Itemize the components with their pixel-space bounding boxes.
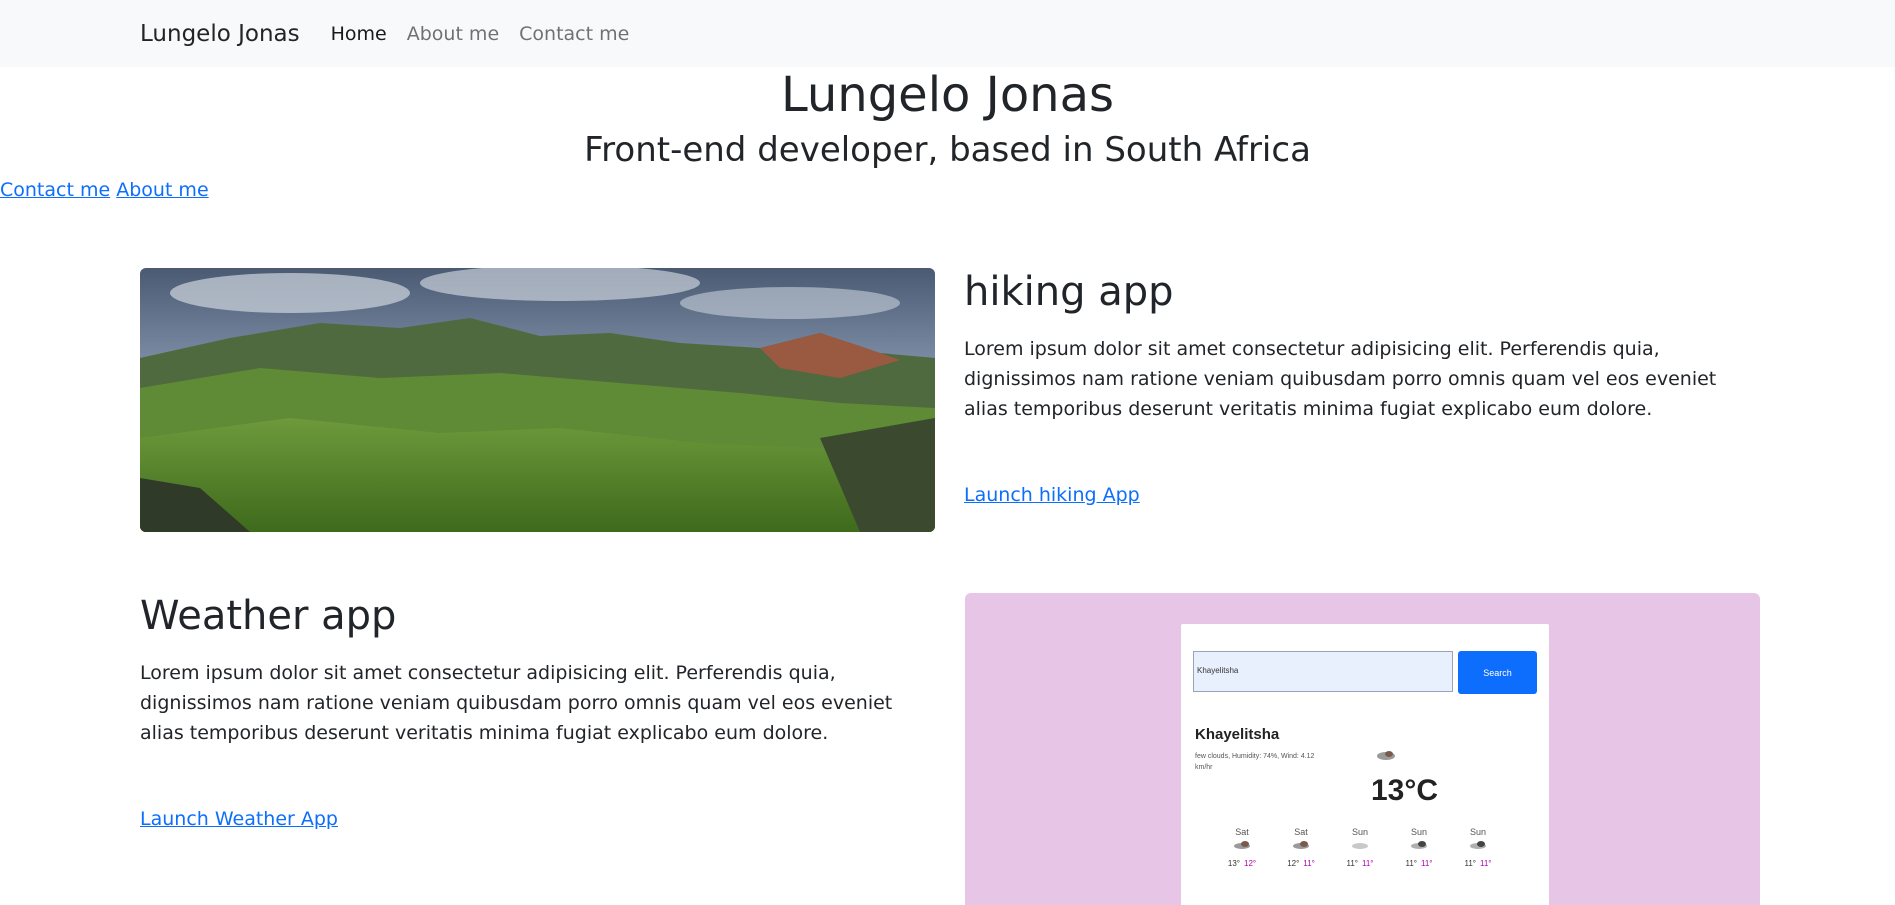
hero-subtitle: Front-end developer, based in South Afri… bbox=[584, 129, 1311, 170]
mountain-landscape-icon bbox=[140, 268, 935, 532]
weather-details: few clouds, Humidity: 74%, Wind: 4.12 km… bbox=[1195, 753, 1315, 771]
hiking-app-description: Lorem ipsum dolor sit amet consectetur a… bbox=[964, 338, 1717, 420]
launch-hiking-app-link[interactable]: Launch hiking App bbox=[964, 484, 1140, 506]
hiking-app-title: hiking app bbox=[964, 269, 1174, 315]
nav-link-home[interactable]: Home bbox=[331, 23, 387, 45]
cloud-icon bbox=[1293, 841, 1309, 849]
weather-search-input: Khayelitsha bbox=[1193, 651, 1453, 692]
hiking-app-image bbox=[140, 268, 935, 532]
forecast-min: 11° bbox=[1362, 859, 1374, 868]
forecast-day: Sun 11° 11° bbox=[1340, 827, 1380, 868]
forecast-max: 11° bbox=[1405, 859, 1417, 868]
nav-link-contact[interactable]: Contact me bbox=[519, 23, 629, 45]
forecast-min: 11° bbox=[1421, 859, 1433, 868]
forecast-day-name: Sun bbox=[1351, 827, 1368, 837]
forecast-day-name: Sun bbox=[1410, 827, 1427, 837]
weather-preview-card: Khayelitsha Search Khayelitsha few cloud… bbox=[1181, 624, 1549, 905]
forecast-day-name: Sat bbox=[1294, 827, 1308, 837]
forecast-min: 12° bbox=[1244, 859, 1257, 868]
forecast-max: 11° bbox=[1346, 859, 1358, 868]
forecast-day: Sat 13° 12° bbox=[1222, 827, 1262, 868]
weather-city: Khayelitsha bbox=[1195, 726, 1280, 743]
cloud-icon bbox=[1411, 841, 1427, 849]
weather-app-image: Khayelitsha Search Khayelitsha few cloud… bbox=[965, 593, 1760, 905]
weather-app-title: Weather app bbox=[140, 593, 397, 639]
hero-section: Lungelo Jonas Front-end developer, based… bbox=[0, 67, 1895, 171]
nav-link-about[interactable]: About me bbox=[407, 23, 499, 45]
hero-about-link[interactable]: About me bbox=[116, 179, 208, 201]
forecast-min: 11° bbox=[1480, 859, 1492, 868]
hero-contact-link[interactable]: Contact me bbox=[0, 179, 110, 201]
hero-title: Lungelo Jonas bbox=[780, 67, 1115, 123]
weather-app-description: Lorem ipsum dolor sit amet consectetur a… bbox=[140, 662, 893, 744]
forecast-max: 12° bbox=[1287, 859, 1300, 868]
forecast-day-name: Sat bbox=[1235, 827, 1249, 837]
weather-app-section: Weather app Lorem ipsum dolor sit amet c… bbox=[140, 592, 940, 830]
cloud-icon bbox=[1377, 751, 1395, 760]
cloud-icon bbox=[1470, 841, 1486, 849]
hiking-app-section: hiking app Lorem ipsum dolor sit amet co… bbox=[964, 268, 1764, 506]
cloud-icon bbox=[1234, 841, 1250, 849]
hero-links: Contact me About me bbox=[0, 179, 1895, 201]
weather-search-button: Search bbox=[1458, 651, 1537, 694]
forecast-day: Sun 11° 11° bbox=[1458, 827, 1498, 868]
weather-temperature: 13°C bbox=[1371, 774, 1439, 807]
forecast-max: 13° bbox=[1227, 859, 1240, 868]
launch-weather-app-link[interactable]: Launch Weather App bbox=[140, 808, 338, 830]
forecast-min: 11° bbox=[1303, 859, 1315, 868]
forecast-day: Sun 11° 11° bbox=[1399, 827, 1439, 868]
forecast-day: Sat 12° 11° bbox=[1281, 827, 1321, 868]
navbar-brand[interactable]: Lungelo Jonas bbox=[140, 21, 300, 47]
cloud-icon bbox=[1352, 843, 1368, 849]
forecast-max: 11° bbox=[1464, 859, 1476, 868]
navbar: Lungelo Jonas Home About me Contact me bbox=[0, 0, 1895, 67]
forecast-day-name: Sun bbox=[1469, 827, 1486, 837]
